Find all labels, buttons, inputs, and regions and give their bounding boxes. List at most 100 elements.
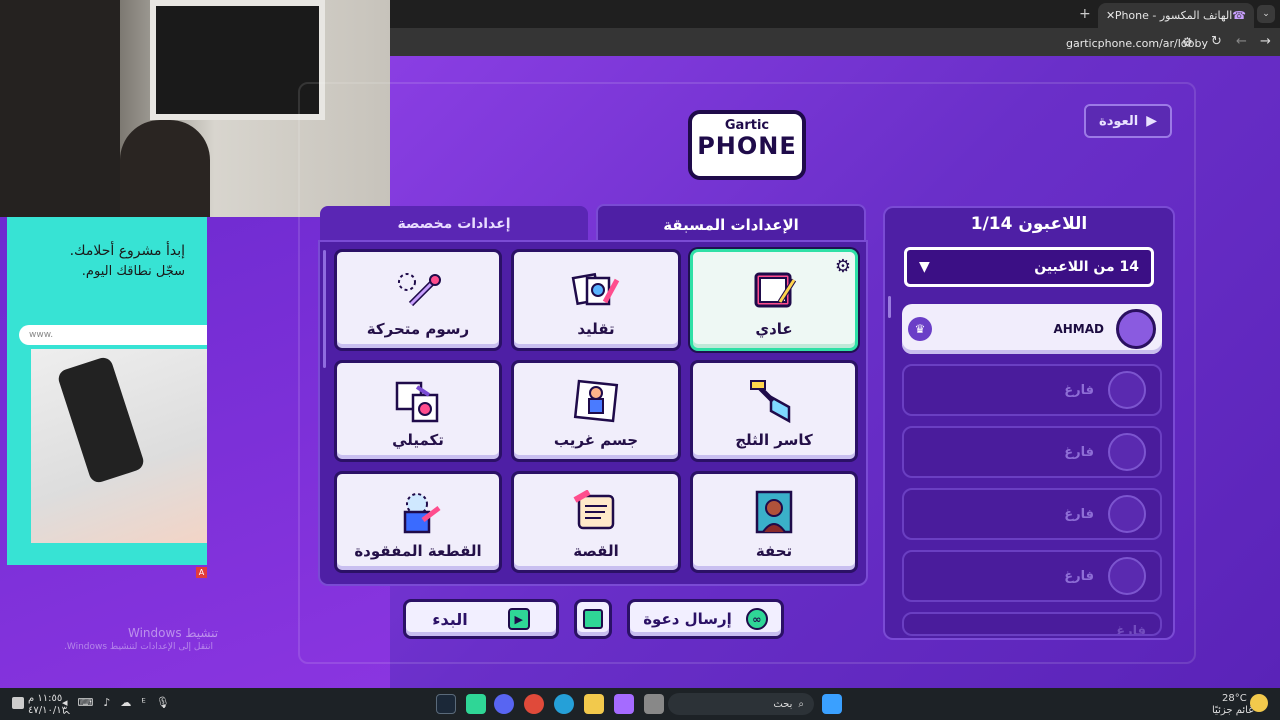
mode-label: عادي <box>755 320 793 338</box>
back-icon[interactable]: → <box>1260 34 1271 49</box>
empty-avatar-icon <box>1108 371 1146 409</box>
back-button[interactable]: العودة ▶ <box>1084 104 1172 138</box>
missing-piece-icon <box>403 493 441 534</box>
search-placeholder: بحث <box>773 698 793 710</box>
tray-icons[interactable]: ◂⌨♪☁ᴱ🎙^ <box>62 696 188 720</box>
edge-icon[interactable] <box>554 694 574 714</box>
empty-avatar-icon <box>1108 433 1146 471</box>
crown-icon: ♛ <box>908 317 932 341</box>
body-icon <box>573 379 619 423</box>
tab-preset-settings[interactable]: الإعدادات المسبقة <box>596 204 866 244</box>
modes-scrollbar[interactable] <box>323 250 326 368</box>
empty-slot: فارغ <box>902 550 1162 602</box>
ad-subline: سجّل نطاقك اليوم. <box>81 264 185 279</box>
empty-slot-label: فارغ <box>1064 444 1094 460</box>
discord-icon[interactable] <box>494 694 514 714</box>
invite-button[interactable]: إرسال دعوة ∞ <box>627 599 784 639</box>
players-title: اللاعبون 1/14 <box>970 214 1088 234</box>
activate-windows-title: تنشيط Windows <box>128 626 219 640</box>
new-tab-icon[interactable]: + <box>1079 6 1091 22</box>
chevron-down-icon: ▼ <box>919 259 930 275</box>
start-label: البدء <box>432 609 468 629</box>
play-icon: ▶ <box>507 608 530 630</box>
gear-icon[interactable]: ⚙ <box>835 256 851 277</box>
empty-slot-label: فارغ <box>1064 506 1094 522</box>
ad-headline: إبدأ مشروع أحلامك. <box>69 243 185 259</box>
masterpiece-icon <box>755 490 793 534</box>
player-row-host: ♛ AHMAD <box>902 304 1162 354</box>
empty-avatar-icon <box>1108 495 1146 533</box>
taskbar-search[interactable]: بحث ⌕ <box>668 693 814 715</box>
reload-icon[interactable]: ↻ <box>1211 34 1222 49</box>
mode-tile-imitation[interactable]: تقليد <box>511 249 681 351</box>
chrome-icon[interactable] <box>524 694 544 714</box>
mode-label: تكميلي <box>392 431 444 449</box>
mode-label: القطعة المفقودة <box>354 542 482 560</box>
mode-label: جسم غريب <box>553 431 639 449</box>
forward-icon[interactable]: ← <box>1236 34 1247 49</box>
empty-slot: فارغ <box>902 612 1162 636</box>
invite-label: إرسال دعوة <box>643 610 732 628</box>
cards-icon <box>571 272 620 306</box>
mode-label: كاسر الثلج <box>735 431 813 449</box>
mode-tile-icebreaker[interactable]: كاسر الثلج <box>690 360 858 462</box>
tab-menu-icon[interactable]: ⌄ <box>1257 5 1275 23</box>
mode-tile-story[interactable]: القصة <box>511 471 681 573</box>
search-icon: ⌕ <box>798 698 804 710</box>
empty-slot: فارغ <box>902 426 1162 478</box>
players-scrollbar[interactable] <box>888 296 891 318</box>
advertisement[interactable]: إبدأ مشروع أحلامك. سجّل نطاقك اليوم. www… <box>7 217 207 565</box>
mode-label: القصة <box>573 542 619 560</box>
file-explorer-icon[interactable] <box>584 694 604 714</box>
tab-custom-settings[interactable]: إعدادات مخصصة <box>320 206 588 242</box>
tab-title: الهاتف المكسور - Gartic Phone <box>1115 9 1233 22</box>
notifications-icon[interactable] <box>12 697 24 709</box>
link-icon: ∞ <box>745 608 768 630</box>
taskbar: بحث ⌕ 28°C غائم جزئيًا ١١:٥٥ م ٤٧/١٠/١٣ … <box>0 688 1280 720</box>
clock-time[interactable]: ١١:٥٥ م <box>28 693 62 704</box>
host-name: AHMAD <box>1053 322 1104 336</box>
animation-icon <box>398 273 441 307</box>
empty-slot-label: فارغ <box>1064 568 1094 584</box>
tab-favicon-icon: ☎ <box>1232 9 1246 22</box>
qr-code-button[interactable] <box>574 599 612 639</box>
mode-tile-normal[interactable]: ⚙ عادي <box>690 249 858 351</box>
logo-bottom-text: PHONE <box>697 132 797 160</box>
complement-icon <box>395 381 439 423</box>
mode-tile-complement[interactable]: تكميلي <box>334 360 502 462</box>
weather-temp: 28°C <box>1222 693 1247 704</box>
windows-start-icon[interactable] <box>822 694 842 714</box>
mode-tile-animation[interactable]: رسوم متحركة <box>334 249 502 351</box>
ad-choices-icon[interactable]: A <box>196 567 207 578</box>
qr-code-icon <box>583 609 603 629</box>
gartic-phone-logo: Gartic PHONE <box>688 110 806 180</box>
copilot-icon[interactable] <box>614 694 634 714</box>
empty-slot-label: فارغ <box>1064 382 1094 398</box>
scroll-icon <box>573 490 615 530</box>
mode-tile-masterpiece[interactable]: تحفة <box>690 471 858 573</box>
ice-hammer-icon <box>750 380 791 423</box>
play-arrow-icon: ▶ <box>1146 113 1157 129</box>
task-view-icon[interactable] <box>644 694 664 714</box>
player-avatar <box>1116 309 1156 349</box>
player-count-dropdown[interactable]: ▼ 14 من اللاعبين <box>904 247 1154 287</box>
back-label: العودة <box>1099 113 1139 129</box>
dropdown-value: 14 من اللاعبين <box>1034 259 1139 275</box>
mode-tile-exquisite-corpse[interactable]: جسم غريب <box>511 360 681 462</box>
mode-label: تحفة <box>755 542 793 560</box>
tab-close-icon[interactable]: ✕ <box>1106 9 1115 22</box>
browser-tab[interactable]: ☎ الهاتف المكسور - Gartic Phone ✕ <box>1098 3 1254 28</box>
start-button[interactable]: البدء ▶ <box>403 599 559 639</box>
mode-label: تقليد <box>577 320 615 338</box>
empty-avatar-icon <box>1108 557 1146 595</box>
mode-tile-missing-piece[interactable]: القطعة المفقودة <box>334 471 502 573</box>
empty-slot: فارغ <box>902 364 1162 416</box>
mode-label: رسوم متحركة <box>366 320 470 338</box>
notebook-icon <box>754 272 797 308</box>
weather-text: غائم جزئيًا <box>1212 705 1254 716</box>
app-icon[interactable] <box>466 694 486 714</box>
activate-windows-hint: انتقل إلى الإعدادات لتنشيط Windows. <box>64 642 214 652</box>
steam-icon[interactable] <box>436 694 456 714</box>
ad-phone-image <box>31 349 207 543</box>
site-settings-icon[interactable]: ⚙ <box>1182 35 1193 49</box>
